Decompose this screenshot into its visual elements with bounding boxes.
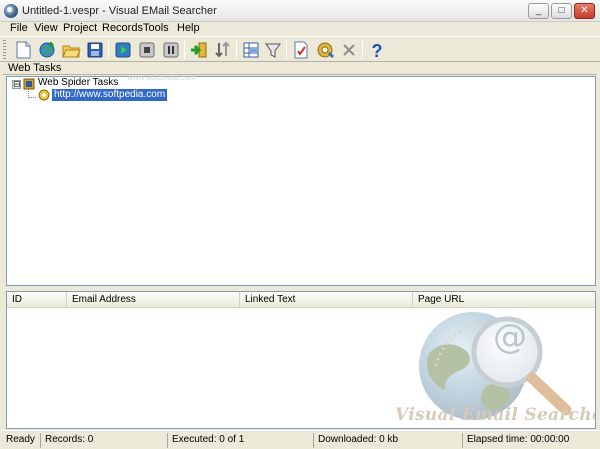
status-downloaded: Downloaded: 0 kb xyxy=(313,433,462,448)
title-bar[interactable]: Untitled-1.vespr - Visual EMail Searcher… xyxy=(0,0,600,22)
toolbar-separator xyxy=(236,41,237,59)
open-folder-icon[interactable] xyxy=(61,40,81,60)
logo-text: Visual Email Searcher xyxy=(395,405,596,425)
delete-icon[interactable] xyxy=(339,40,359,60)
at-symbol: @ xyxy=(493,317,527,357)
results-grid[interactable]: ID Email Address Linked Text Page URL @ xyxy=(6,291,596,429)
status-state: Ready xyxy=(6,434,35,445)
pause-icon[interactable] xyxy=(161,40,181,60)
toolbar: ? xyxy=(0,36,600,62)
save-icon[interactable] xyxy=(85,40,105,60)
column-page-url[interactable]: Page URL xyxy=(413,292,595,308)
grid-header: ID Email Address Linked Text Page URL xyxy=(7,292,595,308)
help-icon[interactable]: ? xyxy=(367,40,387,61)
toolbar-grip[interactable] xyxy=(3,40,6,59)
menu-records[interactable]: Records xyxy=(100,22,145,36)
status-bar: Ready Records: 0 Executed: 0 of 1 Downlo… xyxy=(0,430,600,449)
menu-project[interactable]: Project xyxy=(61,22,99,36)
web-tasks-tree[interactable]: www.softpedia.com ⊟ Web Spider Tasks htt… xyxy=(6,73,596,286)
column-email-address[interactable]: Email Address xyxy=(67,292,240,308)
menu-help[interactable]: Help xyxy=(175,22,202,36)
app-icon xyxy=(4,4,18,18)
web-tasks-header: Web Tasks xyxy=(3,63,597,75)
menu-bar: File View Project Records Tools Help xyxy=(0,22,600,36)
toolbar-separator xyxy=(184,41,185,59)
spider-task-folder-icon xyxy=(23,78,35,90)
stop-icon[interactable] xyxy=(137,40,157,60)
settings-gear-icon[interactable] xyxy=(315,40,335,60)
minimize-button[interactable]: _ xyxy=(528,3,549,19)
toolbar-separator xyxy=(362,41,363,59)
status-records: Records: 0 xyxy=(40,433,167,448)
sort-icon[interactable] xyxy=(213,40,233,60)
play-icon[interactable] xyxy=(113,40,133,60)
column-id[interactable]: ID xyxy=(7,292,67,308)
tree-url-item[interactable]: http://www.softpedia.com xyxy=(52,89,168,101)
url-task-icon xyxy=(38,89,50,101)
menu-file[interactable]: File xyxy=(8,22,30,36)
close-button[interactable]: ✕ xyxy=(574,3,595,19)
globe-add-icon[interactable] xyxy=(37,40,57,60)
checklist-icon[interactable] xyxy=(291,40,311,60)
tree-root-label[interactable]: Web Spider Tasks xyxy=(38,77,118,88)
maximize-button[interactable]: □ xyxy=(551,3,572,19)
grid-view-icon[interactable] xyxy=(241,40,261,60)
svg-text:?: ? xyxy=(372,41,383,60)
new-file-icon[interactable] xyxy=(13,40,33,60)
status-executed: Executed: 0 of 1 xyxy=(167,433,313,448)
softpedia-watermark: www.softpedia.com xyxy=(127,73,196,82)
window-title: Untitled-1.vespr - Visual EMail Searcher xyxy=(22,5,217,17)
toolbar-separator xyxy=(286,41,287,59)
column-linked-text[interactable]: Linked Text xyxy=(240,292,413,308)
toolbar-separator xyxy=(108,41,109,59)
tree-connector xyxy=(28,97,36,98)
export-icon[interactable] xyxy=(189,40,209,60)
menu-view[interactable]: View xyxy=(32,22,60,36)
menu-tools[interactable]: Tools xyxy=(141,22,171,36)
filter-icon[interactable] xyxy=(263,40,283,60)
status-elapsed: Elapsed time: 00:00:00 xyxy=(462,433,600,448)
tree-collapse-toggle[interactable]: ⊟ xyxy=(12,80,21,89)
